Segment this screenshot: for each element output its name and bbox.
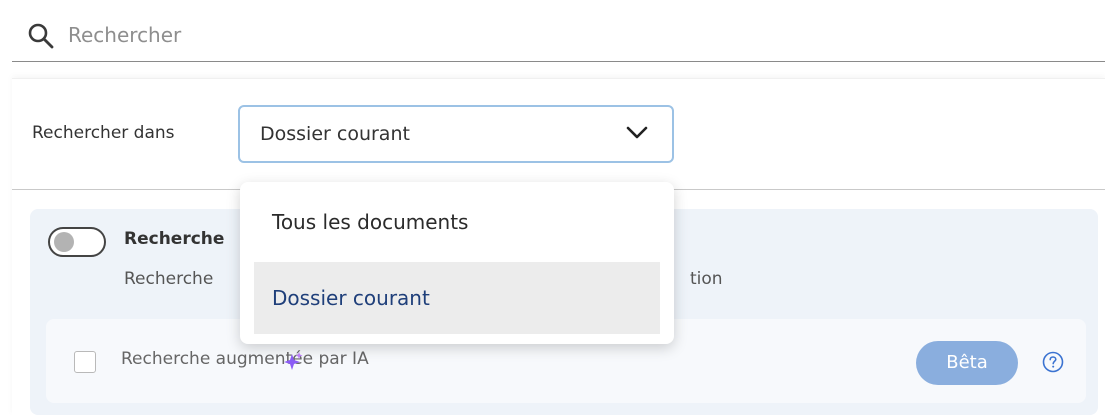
chevron-down-icon [626,126,648,139]
ai-search-label: Recherche augmentée par IA [121,349,369,369]
dropdown-option-all-documents[interactable]: Tous les documents [254,186,660,258]
search-input[interactable] [68,20,968,50]
search-scope-dropdown-menu: Tous les documents Dossier courant [240,182,674,344]
toggle-description-tail: tion [690,269,723,289]
search-bar [12,10,1105,62]
beta-badge: Bêta [916,341,1018,385]
toggle-description: Recherche [124,269,214,289]
sparkle-icon [284,352,303,370]
toggle-knob [54,232,74,252]
search-icon [28,23,54,49]
toggle-title: Recherche [124,229,225,249]
ai-search-checkbox[interactable] [74,351,96,373]
search-mode-toggle[interactable] [48,227,106,257]
help-icon[interactable] [1042,351,1064,373]
dropdown-option-current-folder[interactable]: Dossier courant [254,262,660,334]
search-scope-selected-value: Dossier courant [260,123,410,145]
search-scope-label: Rechercher dans [32,123,175,143]
search-scope-select[interactable]: Dossier courant [238,105,674,163]
